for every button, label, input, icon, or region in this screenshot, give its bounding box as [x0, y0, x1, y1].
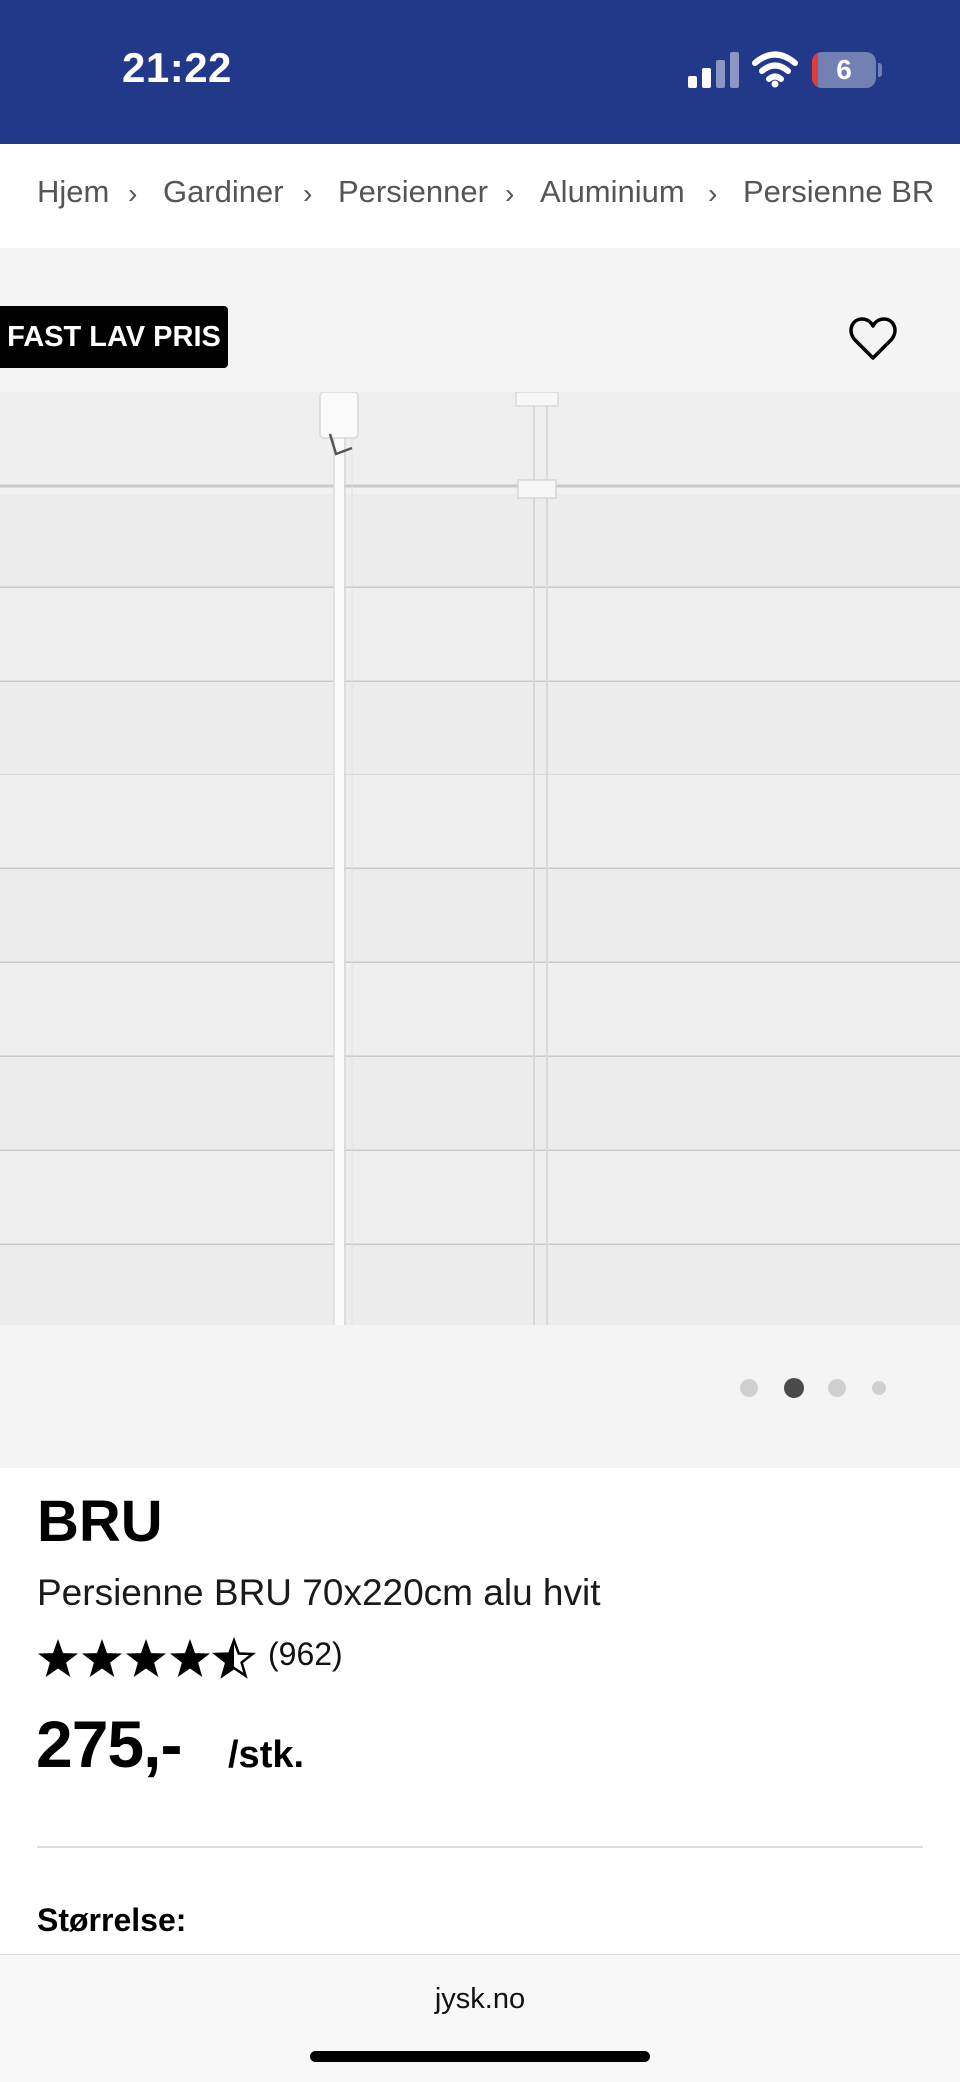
- size-label: Størrelse:: [37, 1902, 187, 1938]
- battery-level: 6: [836, 54, 852, 85]
- product-name: Persienne BRU 70x220cm alu hvit: [37, 1572, 601, 1613]
- heart-icon[interactable]: [848, 316, 898, 362]
- blind-slat: [0, 1245, 960, 1325]
- product-brand: BRU: [37, 1489, 163, 1554]
- browser-address-bar[interactable]: jysk.no: [0, 1954, 960, 2082]
- status-time: 21:22: [122, 44, 232, 91]
- home-indicator: [310, 2051, 650, 2062]
- breadcrumb-aluminium[interactable]: Aluminium: [540, 174, 685, 210]
- blind-slat: [0, 494, 960, 588]
- star-full-icon: [82, 1639, 122, 1677]
- breadcrumb-separator: ›: [128, 178, 138, 209]
- breadcrumb-persienner[interactable]: Persienner: [338, 174, 488, 210]
- rating-stars[interactable]: [36, 1636, 256, 1682]
- blind-slat: [0, 869, 960, 963]
- star-full-icon: [126, 1639, 166, 1677]
- battery-icon: 6: [812, 52, 876, 88]
- carousel-dot-1[interactable]: [740, 1379, 758, 1397]
- breadcrumb-current[interactable]: Persienne BR: [743, 174, 934, 210]
- carousel-dot-3[interactable]: [828, 1379, 846, 1397]
- url-text[interactable]: jysk.no: [0, 1983, 960, 2016]
- blind-slat: [0, 682, 960, 776]
- product-image[interactable]: [0, 392, 960, 1325]
- signal-icon: [688, 52, 739, 88]
- breadcrumb-separator: ›: [708, 178, 718, 209]
- breadcrumb-gardiner[interactable]: Gardiner: [163, 174, 284, 210]
- blind-slat: [0, 588, 960, 682]
- carousel-dots: [0, 1376, 960, 1400]
- star-full-icon: [170, 1639, 210, 1677]
- divider: [37, 1846, 923, 1848]
- breadcrumb-separator: ›: [303, 178, 313, 209]
- fast-lav-pris-badge: FAST LAV PRIS: [0, 306, 228, 368]
- blinds-photo: [0, 392, 960, 1325]
- breadcrumb: Hjem › Gardiner › Persienner › Aluminium…: [0, 144, 960, 248]
- blind-slat: [0, 1057, 960, 1151]
- wifi-icon: [752, 51, 798, 88]
- breadcrumb-separator: ›: [505, 178, 515, 209]
- blind-slat: [0, 392, 960, 486]
- breadcrumb-hjem[interactable]: Hjem: [37, 174, 109, 210]
- price-unit: /stk.: [228, 1734, 305, 1776]
- status-bar: 21:22 6: [0, 0, 960, 144]
- blind-slat: [0, 963, 960, 1057]
- star-full-icon: [38, 1639, 78, 1677]
- review-count[interactable]: (962): [268, 1636, 343, 1673]
- product-price: 275,-: [36, 1707, 182, 1781]
- carousel-dot-4[interactable]: [872, 1381, 886, 1395]
- carousel-dot-2-active[interactable]: [784, 1378, 804, 1398]
- blind-slat: [0, 775, 960, 869]
- blind-slat: [0, 1151, 960, 1245]
- battery-tip: [878, 63, 882, 77]
